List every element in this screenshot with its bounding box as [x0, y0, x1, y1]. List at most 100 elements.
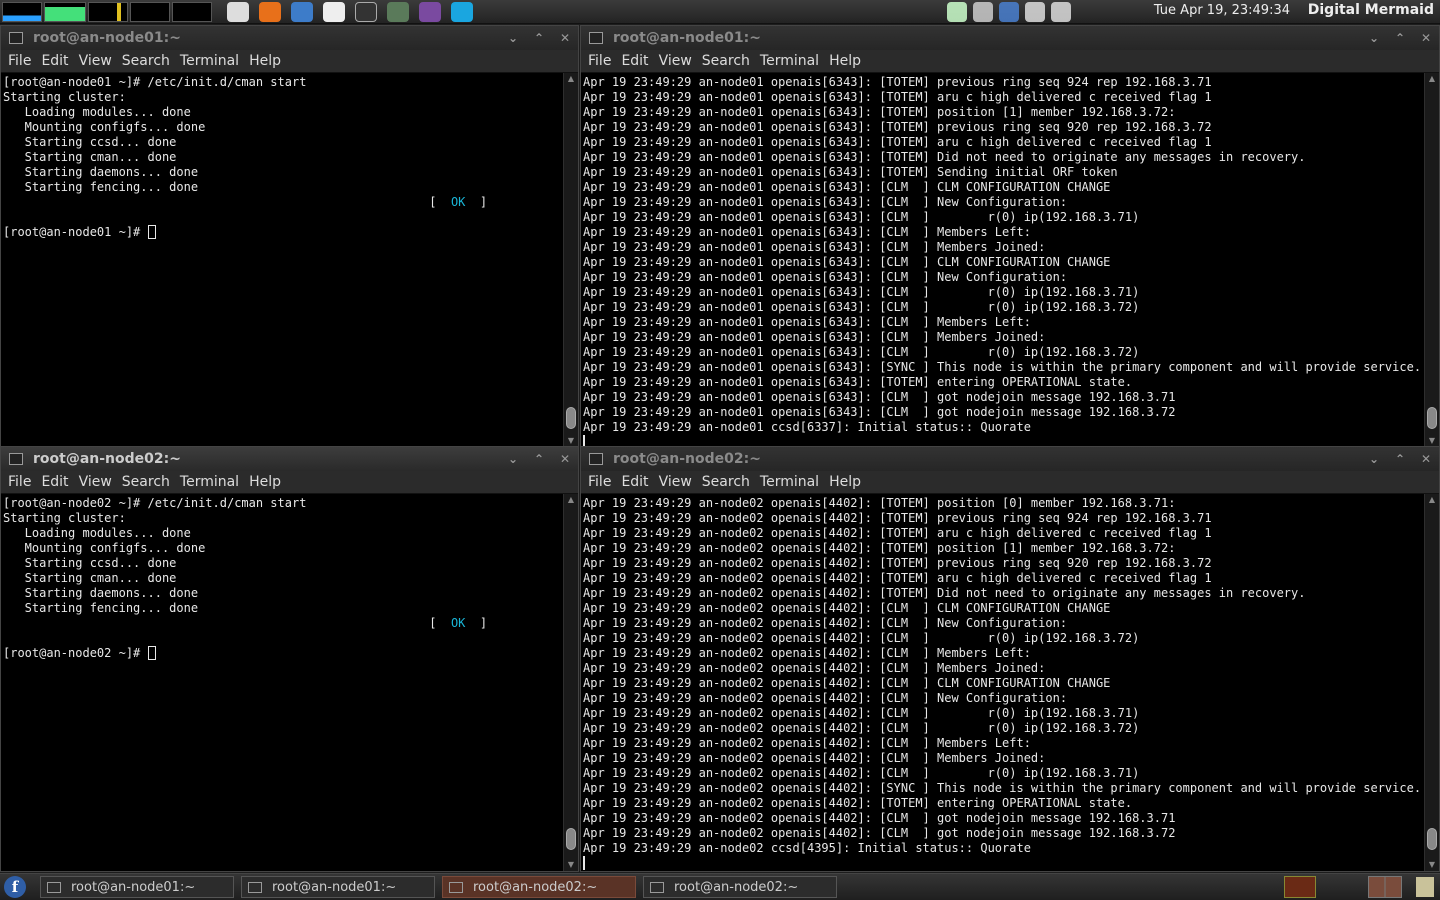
taskbar-item[interactable]: root@an-node01:~ — [241, 876, 435, 898]
window-titlebar[interactable]: root@an-node01:~ ⌄ ⌃ ✕ — [581, 26, 1439, 50]
menu-search[interactable]: Search — [117, 474, 175, 490]
clipboard-icon[interactable] — [1051, 2, 1071, 22]
scroll-up-icon[interactable]: ▲ — [1425, 494, 1439, 506]
scroll-up-icon[interactable]: ▲ — [564, 73, 578, 85]
pidgin-icon[interactable] — [419, 1, 441, 22]
terminal-output[interactable]: [root@an-node01 ~]# /etc/init.d/cman sta… — [1, 73, 563, 447]
minimize-button[interactable]: ⌄ — [500, 452, 526, 466]
scrollbar[interactable]: ▲ ▼ — [563, 73, 578, 447]
scrollbar[interactable]: ▲ ▼ — [563, 494, 578, 871]
taskbar-item[interactable]: root@an-node02:~ — [442, 876, 636, 898]
terminal-line: Starting daemons... done — [3, 586, 199, 600]
menu-edit[interactable]: Edit — [36, 474, 73, 490]
scroll-thumb[interactable] — [566, 407, 576, 429]
terminal-icon[interactable] — [355, 1, 377, 22]
trash-icon[interactable] — [1416, 877, 1434, 897]
memory-monitor-icon[interactable] — [44, 1, 86, 22]
terminal-window-node02-left[interactable]: root@an-node02:~ ⌄ ⌃ ✕ File Edit View Searc… — [0, 446, 579, 872]
maximize-button[interactable]: ⌃ — [526, 31, 552, 45]
calculator-icon[interactable] — [387, 1, 409, 22]
menu-view[interactable]: View — [74, 53, 117, 69]
display-icon[interactable] — [1025, 2, 1045, 22]
close-button[interactable]: ✕ — [1413, 452, 1439, 466]
fedora-menu-icon[interactable]: f — [4, 876, 26, 898]
scroll-thumb[interactable] — [1427, 407, 1437, 429]
terminal-window-node02-right[interactable]: root@an-node02:~ ⌄ ⌃ ✕ File Edit View Searc… — [580, 446, 1440, 872]
menu-edit[interactable]: Edit — [616, 474, 653, 490]
menu-file[interactable]: File — [3, 474, 36, 490]
scroll-up-icon[interactable]: ▲ — [1425, 73, 1439, 85]
maximize-button[interactable]: ⌃ — [526, 452, 552, 466]
scrollbar[interactable]: ▲ ▼ — [1424, 494, 1439, 871]
terminal-prompt[interactable]: [root@an-node02 ~]# — [3, 646, 563, 661]
workspace-switcher[interactable] — [1368, 876, 1402, 898]
menu-help[interactable]: Help — [244, 53, 286, 69]
terminal-output[interactable]: Apr 19 23:49:29 an-node01 openais[6343]:… — [581, 73, 1424, 447]
menu-help[interactable]: Help — [824, 53, 866, 69]
skype-icon[interactable] — [451, 1, 473, 22]
minimize-button[interactable]: ⌄ — [500, 31, 526, 45]
network-icon[interactable] — [947, 2, 967, 22]
menu-file[interactable]: File — [3, 53, 36, 69]
minimize-button[interactable]: ⌄ — [1361, 452, 1387, 466]
terminal-window-node01-left[interactable]: root@an-node01:~ ⌄ ⌃ ✕ File Edit View Searc… — [0, 25, 579, 448]
terminal-prompt[interactable]: [root@an-node01 ~]# — [3, 225, 563, 240]
menu-edit[interactable]: Edit — [616, 53, 653, 69]
menu-file[interactable]: File — [583, 53, 616, 69]
close-button[interactable]: ✕ — [552, 452, 578, 466]
menu-search[interactable]: Search — [117, 53, 175, 69]
menu-view[interactable]: View — [654, 53, 697, 69]
terminal-output[interactable]: [root@an-node02 ~]# /etc/init.d/cman sta… — [1, 494, 563, 871]
firefox-icon[interactable] — [259, 1, 281, 22]
taskbar-item-label: root@an-node02:~ — [674, 879, 799, 895]
scroll-down-icon[interactable]: ▼ — [564, 859, 578, 871]
maximize-button[interactable]: ⌃ — [1387, 31, 1413, 45]
menu-view[interactable]: View — [654, 474, 697, 490]
menu-view[interactable]: View — [74, 474, 117, 490]
bluetooth-icon[interactable] — [999, 2, 1019, 22]
user-menu[interactable]: Digital Mermaid — [1308, 2, 1434, 18]
load-monitor-icon[interactable] — [172, 1, 212, 22]
cpu-monitor-icon[interactable] — [2, 1, 42, 22]
close-button[interactable]: ✕ — [552, 31, 578, 45]
firefox-task-icon[interactable] — [1284, 876, 1316, 898]
close-button[interactable]: ✕ — [1413, 31, 1439, 45]
menu-terminal[interactable]: Terminal — [175, 474, 244, 490]
menu-terminal[interactable]: Terminal — [755, 474, 824, 490]
thunderbird-icon[interactable] — [291, 1, 313, 22]
scroll-thumb[interactable] — [1427, 828, 1437, 850]
menu-search[interactable]: Search — [697, 474, 755, 490]
terminal-line: Apr 19 23:49:29 an-node02 openais[4402]:… — [583, 766, 1140, 780]
terminal-window-node01-right[interactable]: root@an-node01:~ ⌄ ⌃ ✕ File Edit View Searc… — [580, 25, 1440, 448]
menu-terminal[interactable]: Terminal — [175, 53, 244, 69]
terminal-line: [root@an-node01 ~]# /etc/init.d/cman sta… — [3, 75, 307, 89]
window-title: root@an-node01:~ — [33, 30, 181, 46]
swap-monitor-icon[interactable] — [130, 1, 170, 22]
terminal-line: Starting daemons... done — [3, 165, 199, 179]
scroll-up-icon[interactable]: ▲ — [564, 494, 578, 506]
window-titlebar[interactable]: root@an-node02:~ ⌄ ⌃ ✕ — [581, 447, 1439, 471]
text-editor-icon[interactable] — [323, 1, 345, 22]
window-titlebar[interactable]: root@an-node02:~ ⌄ ⌃ ✕ — [1, 447, 578, 471]
scrollbar[interactable]: ▲ ▼ — [1424, 73, 1439, 447]
maximize-button[interactable]: ⌃ — [1387, 452, 1413, 466]
menu-help[interactable]: Help — [824, 474, 866, 490]
volume-icon[interactable] — [973, 2, 993, 22]
scroll-down-icon[interactable]: ▼ — [1425, 859, 1439, 871]
scroll-thumb[interactable] — [566, 828, 576, 850]
taskbar-item-label: root@an-node01:~ — [272, 879, 397, 895]
menu-terminal[interactable]: Terminal — [755, 53, 824, 69]
window-titlebar[interactable]: root@an-node01:~ ⌄ ⌃ ✕ — [1, 26, 578, 50]
network-monitor-icon[interactable] — [88, 1, 128, 22]
menu-file[interactable]: File — [583, 474, 616, 490]
terminal-line: Mounting configfs... done — [3, 120, 206, 134]
menu-search[interactable]: Search — [697, 53, 755, 69]
menu-help[interactable]: Help — [244, 474, 286, 490]
taskbar-item[interactable]: root@an-node02:~ — [643, 876, 837, 898]
minimize-button[interactable]: ⌄ — [1361, 31, 1387, 45]
monitor-icon[interactable] — [227, 1, 249, 22]
clock[interactable]: Tue Apr 19, 23:49:34 — [1154, 3, 1290, 18]
taskbar-item[interactable]: root@an-node01:~ — [40, 876, 234, 898]
terminal-output[interactable]: Apr 19 23:49:29 an-node02 openais[4402]:… — [581, 494, 1424, 871]
menu-edit[interactable]: Edit — [36, 53, 73, 69]
